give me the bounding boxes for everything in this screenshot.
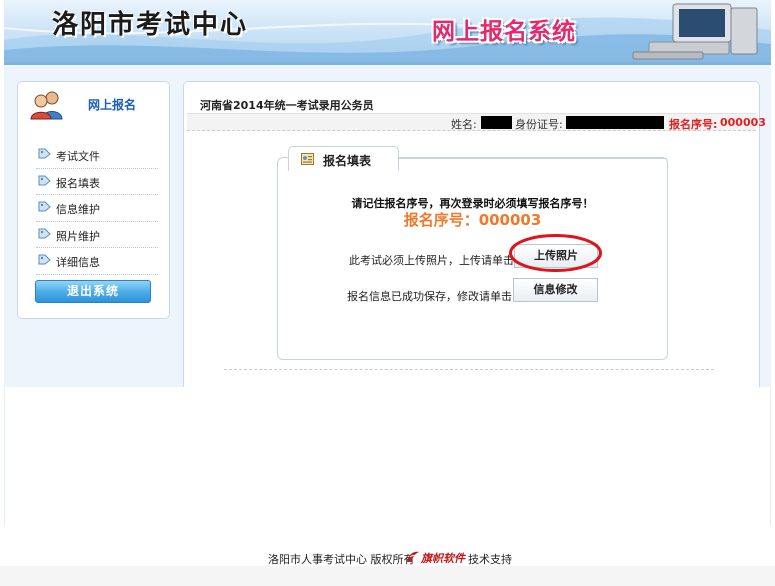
footer-copyright: 洛阳市人事考试中心 版权所有 bbox=[268, 553, 415, 566]
form-icon bbox=[301, 153, 314, 165]
system-title-logo: 网上报名系统 bbox=[421, 16, 587, 48]
saved-prompt: 报名信息已成功保存，修改请单击 bbox=[347, 290, 512, 303]
exam-title: 河南省2014年统一考试录用公务员 bbox=[200, 99, 374, 112]
name-label: 姓名: bbox=[451, 118, 477, 131]
footer-brand: 旗帜软件 bbox=[421, 552, 465, 565]
tab-registration-form[interactable]: 报名填表 bbox=[288, 146, 399, 171]
sidebar-item-label: 详细信息 bbox=[56, 256, 100, 269]
seq-number-label: 报名序号: bbox=[669, 118, 718, 131]
photo-upload-prompt: 此考试必须上传照片，上传请单击 bbox=[349, 254, 514, 267]
tag-icon bbox=[38, 228, 51, 238]
sidebar-title: 网上报名 bbox=[88, 98, 137, 112]
sidebar-item-exam-documents[interactable]: 考试文件 bbox=[36, 142, 158, 169]
brand-logo-icon bbox=[407, 551, 419, 561]
footer-band bbox=[0, 566, 775, 586]
tag-icon bbox=[38, 254, 51, 265]
sidebar: 网上报名 考试文件 报名填表 信息维护 照片维护 详细信息 退出系统 bbox=[17, 81, 170, 319]
sidebar-item-info-maintenance[interactable]: 信息维护 bbox=[36, 195, 158, 222]
name-value-redacted bbox=[481, 116, 512, 129]
sidebar-item-label: 报名填表 bbox=[56, 176, 100, 190]
edit-info-button[interactable]: 信息修改 bbox=[513, 278, 598, 302]
seq-number-value: 000003 bbox=[720, 116, 766, 129]
applicant-info-bar: 姓名: 身份证号: 报名序号: 000003 bbox=[187, 113, 766, 131]
sidebar-item-details[interactable]: 详细信息 bbox=[36, 248, 158, 275]
tab-label: 报名填表 bbox=[323, 154, 372, 168]
footer: 洛阳市人事考试中心 版权所有 旗帜软件 技术支持 bbox=[0, 548, 775, 568]
sidebar-menu: 考试文件 报名填表 信息维护 照片维护 详细信息 bbox=[36, 142, 158, 275]
header-divider bbox=[4, 62, 771, 65]
site-header: 洛阳市考试中心 网上报名系统 bbox=[4, 0, 771, 62]
registration-form-card: 报名填表 请记住报名序号，再次登录时必须填写报名序号！ 报名序号：000003 … bbox=[277, 146, 668, 360]
blank-panel bbox=[4, 387, 771, 525]
system-title: 网上报名系统 bbox=[432, 19, 576, 45]
tag-icon bbox=[38, 175, 51, 185]
computer-icon bbox=[632, 3, 758, 60]
footer-support: 技术支持 bbox=[468, 553, 512, 566]
site-title: 洛阳市考试中心 bbox=[52, 10, 249, 40]
id-number-label: 身份证号: bbox=[515, 118, 563, 131]
logout-button[interactable]: 退出系统 bbox=[35, 280, 151, 303]
sidebar-item-photo-maintenance[interactable]: 照片维护 bbox=[36, 222, 158, 248]
upload-photo-button[interactable]: 上传照片 bbox=[514, 244, 598, 268]
content-divider bbox=[224, 369, 714, 370]
sidebar-item-label: 信息维护 bbox=[56, 203, 100, 216]
sidebar-item-label: 照片维护 bbox=[56, 229, 100, 243]
tag-icon bbox=[38, 148, 51, 159]
sidebar-item-registration-form[interactable]: 报名填表 bbox=[36, 169, 158, 195]
content-panel: 河南省2014年统一考试录用公务员 姓名: 身份证号: 报名序号: 000003… bbox=[183, 81, 766, 387]
id-number-value-redacted bbox=[566, 116, 664, 129]
tag-icon bbox=[38, 201, 51, 212]
seq-number-display: 报名序号：000003 bbox=[403, 211, 542, 229]
users-icon bbox=[30, 91, 63, 120]
card-top-border bbox=[399, 158, 667, 159]
sidebar-item-label: 考试文件 bbox=[56, 150, 100, 163]
sidebar-header: 网上报名 bbox=[30, 90, 150, 120]
